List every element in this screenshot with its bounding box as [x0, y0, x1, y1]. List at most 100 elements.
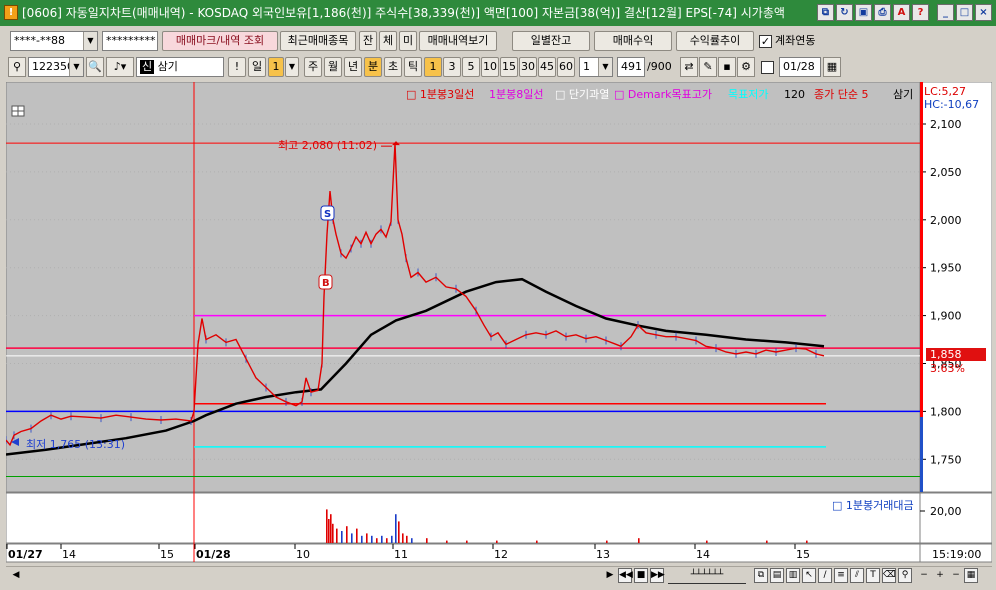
minimize-button[interactable]: _ — [937, 4, 954, 21]
tab-day[interactable]: 일 — [248, 57, 266, 77]
executed-button[interactable]: 체 — [379, 31, 397, 51]
buy-marker[interactable]: B — [318, 274, 333, 290]
time-label: 01/28 — [196, 548, 231, 561]
overlay-icon[interactable]: ▥ — [786, 568, 800, 583]
grid-icon[interactable]: ▦ — [964, 568, 978, 583]
erase-tool-icon[interactable]: ⌫ — [882, 568, 896, 583]
volume-bar — [536, 540, 538, 543]
tab-year[interactable]: 년 — [344, 57, 362, 77]
password-field[interactable]: ********* — [102, 31, 158, 51]
trade-profit-button[interactable]: 매매수익 — [594, 31, 672, 51]
volume-bar — [395, 514, 397, 543]
tab-minute[interactable]: 분 — [364, 57, 382, 77]
chevron-down-icon[interactable]: ▼ — [83, 32, 97, 50]
daily-balance-button[interactable]: 일별잔고 — [512, 31, 590, 51]
search-icon[interactable]: 🔍 — [86, 57, 104, 77]
tab-month[interactable]: 월 — [324, 57, 342, 77]
refresh-icon[interactable]: ↻ — [836, 4, 853, 21]
stock-search-icon[interactable]: ⚲ — [8, 57, 26, 77]
volume-axis-pane — [919, 492, 993, 544]
tab-tick[interactable]: 틱 — [404, 57, 422, 77]
period-button[interactable]: 30 — [519, 57, 537, 77]
time-readout: 15:19:00 — [932, 548, 981, 561]
balance-button[interactable]: 잔 — [359, 31, 377, 51]
sell-marker[interactable]: S — [320, 205, 335, 221]
fib-tool-icon[interactable]: ≡ — [834, 568, 848, 583]
period-button[interactable]: 5 — [462, 57, 480, 77]
link-icon[interactable]: ⧉ — [817, 4, 834, 21]
unexecuted-button[interactable]: 미 — [399, 31, 417, 51]
n-select[interactable]: 1 ▼ — [579, 57, 613, 77]
period-button[interactable]: 45 — [538, 57, 556, 77]
chart-scrollbar[interactable]: ◀ ▶ ◀◀ ■ ▶▶ ┴┴┴┴┴┴ ⧉ ▤ ▥ ↖ ∕ ≡ ⫽ T ⌫ ⚲ −… — [6, 566, 992, 584]
period-button[interactable]: 60 — [557, 57, 575, 77]
account-link-checkbox[interactable]: ✓ — [759, 35, 772, 48]
split-icon[interactable]: ▤ — [770, 568, 784, 583]
account-select[interactable]: ****-**88 ▼ — [10, 31, 98, 51]
zoom-icon[interactable]: ⚲ — [898, 568, 912, 583]
period-button[interactable]: 3 — [443, 57, 461, 77]
date-checkbox[interactable] — [761, 61, 774, 74]
price-tick-label: 1,750 — [930, 453, 962, 466]
stock-name-value: 삼기 — [157, 60, 178, 73]
time-axis-pane — [5, 543, 921, 563]
time-label: 15 — [160, 548, 174, 561]
stock-name-field[interactable]: 신 삼기 — [136, 57, 224, 77]
tab-week[interactable]: 주 — [304, 57, 322, 77]
chart-area[interactable]: □ 1분봉3일선 1분봉8일선 □ 단기과열 □ Demark목표고가 목표저가… — [5, 81, 993, 564]
minus-icon[interactable]: − — [948, 568, 964, 584]
chevron-down-icon[interactable]: ▼ — [69, 58, 83, 76]
line-tool-icon[interactable]: ∕ — [818, 568, 832, 583]
settings-icon[interactable]: ⚙ — [737, 57, 755, 77]
zoom-out-icon[interactable]: − — [916, 568, 932, 584]
account-link-label: 계좌연동 — [775, 34, 816, 47]
volume-bar — [332, 523, 334, 543]
layout-icon[interactable]: ⧉ — [754, 568, 768, 583]
text-tool-icon[interactable]: T — [866, 568, 880, 583]
fast-forward-icon[interactable]: ▶▶ — [650, 568, 665, 583]
font-icon[interactable]: A — [893, 4, 910, 21]
return-trend-button[interactable]: 수익률추이 — [676, 31, 754, 51]
window-icon[interactable]: ▣ — [855, 4, 872, 21]
legend-item: 120 — [784, 88, 805, 101]
volume-bar — [361, 535, 363, 543]
mark-query-button[interactable]: 매매마크/내역 조회 — [162, 31, 278, 51]
time-label: 13 — [596, 548, 610, 561]
pan-icon[interactable]: ⇄ — [680, 57, 698, 77]
alert-button[interactable]: ! — [228, 57, 246, 77]
channel-tool-icon[interactable]: ⫽ — [850, 568, 864, 583]
volume-bar — [606, 540, 608, 543]
rewind-icon[interactable]: ◀◀ — [618, 568, 633, 583]
chevron-down-icon[interactable]: ▼ — [285, 57, 299, 77]
period-button[interactable]: 10 — [481, 57, 499, 77]
save-icon[interactable]: ▪ — [718, 57, 736, 77]
volume-bar — [411, 538, 413, 543]
print-icon[interactable]: ⎙ — [874, 4, 891, 21]
volume-bar — [341, 531, 343, 543]
maximize-button[interactable]: □ — [956, 4, 973, 21]
stock-code-field[interactable]: 122350 ▼ — [28, 57, 84, 77]
recent-trades-button[interactable]: 최근매매종목 — [280, 31, 356, 51]
view-trades-button[interactable]: 매매내역보기 — [419, 31, 497, 51]
scroll-right-icon[interactable]: ▶ — [602, 568, 618, 584]
stop-icon[interactable]: ■ — [634, 568, 648, 583]
help-icon[interactable]: ? — [912, 4, 929, 21]
period-button[interactable]: 15 — [500, 57, 518, 77]
draw-icon[interactable]: ✎ — [699, 57, 717, 77]
scroll-left-icon[interactable]: ◀ — [8, 568, 24, 584]
time-label: 11 — [394, 548, 408, 561]
tab-second[interactable]: 초 — [384, 57, 402, 77]
price-tick-label: 1,950 — [930, 262, 962, 275]
count-field[interactable]: 491 — [617, 57, 645, 77]
day-count-value[interactable]: 1 — [268, 57, 284, 77]
zoom-in-icon[interactable]: + — [932, 568, 948, 584]
close-button[interactable]: × — [975, 4, 992, 21]
calendar-icon[interactable]: ▦ — [823, 57, 841, 77]
cursor-icon[interactable]: ↖ — [802, 568, 816, 583]
chevron-down-icon[interactable]: ▼ — [598, 58, 612, 76]
speaker-icon[interactable]: ♪▾ — [106, 57, 134, 77]
price-chart[interactable]: □ 1분봉3일선 1분봉8일선 □ 단기과열 □ Demark목표고가 목표저가… — [5, 81, 993, 564]
zoom-slider[interactable]: ┴┴┴┴┴┴ — [668, 568, 746, 584]
date-field[interactable]: 01/28 — [779, 57, 821, 77]
period-button[interactable]: 1 — [424, 57, 442, 77]
